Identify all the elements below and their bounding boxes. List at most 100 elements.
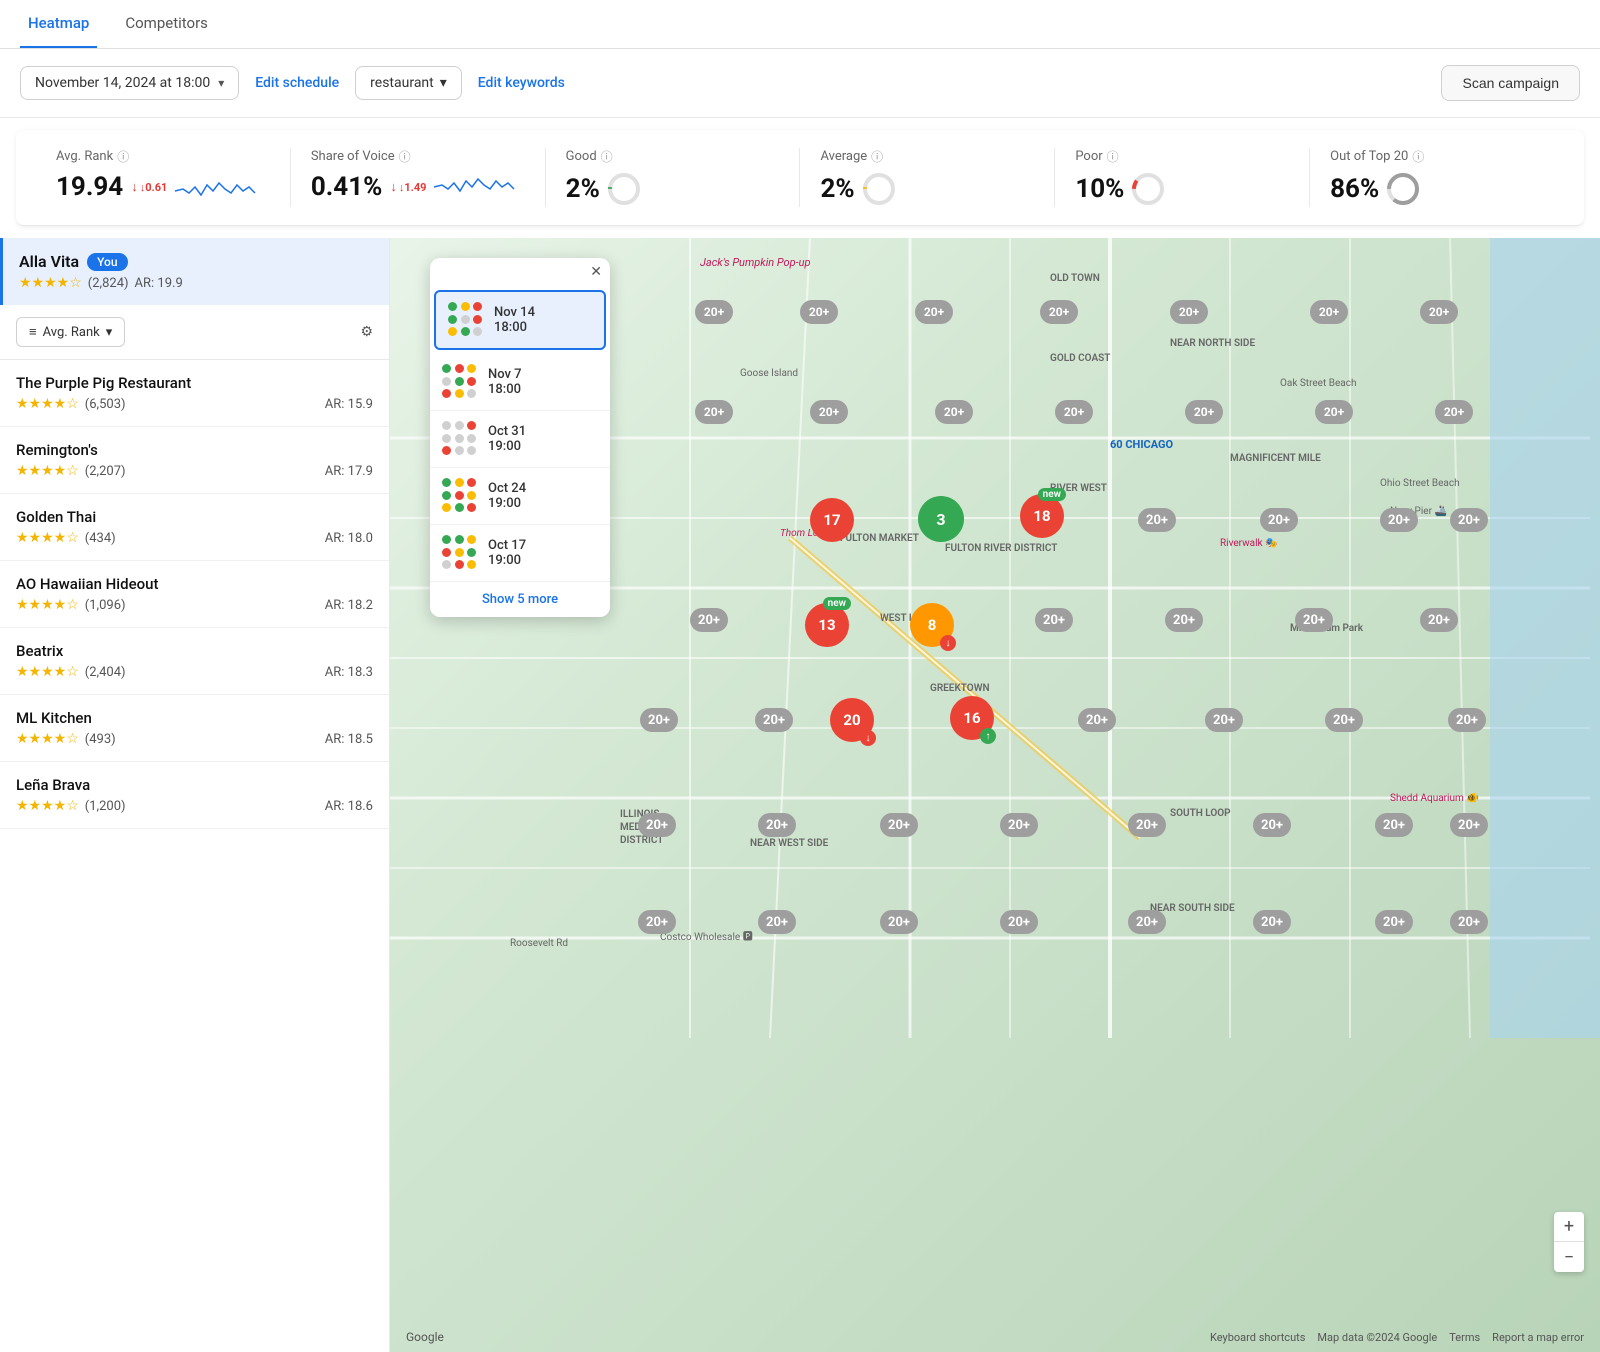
info-icon[interactable]: ⓘ	[871, 148, 883, 165]
map-pin[interactable]: 20+	[1450, 813, 1488, 837]
map-pin[interactable]: 20+	[1078, 708, 1116, 732]
list-item[interactable]: The Purple Pig Restaurant ★★★★☆ (6,503) …	[0, 360, 389, 427]
map-pin-20[interactable]: 20 ↓	[830, 698, 874, 742]
map-pin-8[interactable]: 8 ↓	[910, 603, 954, 647]
map-area[interactable]: Jack's Pumpkin Pop-up OLD TOWN GOLD COAS…	[390, 238, 1600, 1352]
edit-schedule-link[interactable]: Edit schedule	[255, 75, 339, 91]
competitor-reviews: (2,207)	[85, 464, 126, 479]
list-item[interactable]: Golden Thai ★★★★☆ (434) AR: 18.0	[0, 494, 389, 561]
info-icon[interactable]: ⓘ	[399, 148, 411, 165]
info-icon[interactable]: ⓘ	[1412, 148, 1424, 165]
list-item[interactable]: ML Kitchen ★★★★☆ (493) AR: 18.5	[0, 695, 389, 762]
arrow-down-badge: ↓	[940, 635, 956, 651]
map-pin[interactable]: 20+	[1420, 300, 1458, 324]
date-selector[interactable]: November 14, 2024 at 18:00 ▾	[20, 66, 239, 100]
map-pin[interactable]: 20+	[935, 400, 973, 424]
map-pin[interactable]: 20+	[1375, 910, 1413, 934]
map-label-jacks: Jack's Pumpkin Pop-up	[700, 256, 810, 269]
map-pin[interactable]: 20+	[1315, 400, 1353, 424]
map-pin[interactable]: 20+	[758, 910, 796, 934]
map-pin[interactable]: 20+	[1450, 508, 1488, 532]
list-item[interactable]: Leña Brava ★★★★☆ (1,200) AR: 18.6	[0, 762, 389, 829]
show-more-button[interactable]: Show 5 more	[430, 582, 610, 617]
map-label-goose: Goose Island	[740, 368, 798, 379]
list-item[interactable]: AO Hawaiian Hideout ★★★★☆ (1,096) AR: 18…	[0, 561, 389, 628]
map-pin[interactable]: 20+	[1253, 910, 1291, 934]
map-pin[interactable]: 20+	[640, 708, 678, 732]
terms-link[interactable]: Terms	[1449, 1331, 1480, 1344]
map-pin[interactable]: 20+	[1000, 910, 1038, 934]
your-place-item[interactable]: Alla Vita You ★★★★☆ (2,824) AR: 19.9	[0, 238, 389, 305]
timeline-item-4[interactable]: Oct 24 19:00	[430, 468, 610, 525]
map-pin[interactable]: 20+	[1295, 608, 1333, 632]
map-pin[interactable]: 20+	[1138, 508, 1176, 532]
keyboard-shortcuts[interactable]: Keyboard shortcuts	[1210, 1331, 1305, 1344]
arrow-down-icon: ↓	[131, 179, 138, 195]
timeline-item-2[interactable]: Nov 7 18:00	[430, 354, 610, 411]
map-pin[interactable]: 20+	[1310, 300, 1348, 324]
map-pin[interactable]: 20+	[1380, 508, 1418, 532]
map-pin[interactable]: 20+	[1420, 608, 1458, 632]
map-pin[interactable]: 20+	[880, 910, 918, 934]
competitor-ar: AR: 18.5	[325, 732, 373, 747]
map-pin-13[interactable]: 13 new	[805, 603, 849, 647]
map-pin[interactable]: 20+	[1448, 708, 1486, 732]
info-icon[interactable]: ⓘ	[117, 148, 129, 165]
map-pin[interactable]: 20+	[1000, 813, 1038, 837]
keyword-selector[interactable]: restaurant ▾	[355, 66, 462, 100]
map-pin[interactable]: 20+	[1375, 813, 1413, 837]
map-pin[interactable]: 20+	[695, 400, 733, 424]
map-pin[interactable]: 20+	[1205, 708, 1243, 732]
gear-icon[interactable]: ⚙	[360, 324, 373, 340]
timeline-item-5[interactable]: Oct 17 19:00	[430, 525, 610, 582]
map-pin-3[interactable]: 3	[918, 496, 964, 542]
map-pin[interactable]: 20+	[1435, 400, 1473, 424]
map-pin[interactable]: 20+	[800, 300, 838, 324]
map-pin[interactable]: 20+	[1040, 300, 1078, 324]
close-button[interactable]: ✕	[590, 264, 602, 280]
scan-campaign-button[interactable]: Scan campaign	[1441, 65, 1580, 101]
competitor-stars: ★★★★☆	[16, 530, 79, 546]
list-item[interactable]: Remington's ★★★★☆ (2,207) AR: 17.9	[0, 427, 389, 494]
map-pin[interactable]: 20+	[915, 300, 953, 324]
stat-avg-rank-value: 19.94	[56, 172, 123, 202]
zoom-out-button[interactable]: −	[1554, 1242, 1584, 1272]
competitor-reviews: (1,096)	[85, 598, 126, 613]
tab-competitors[interactable]: Competitors	[117, 0, 216, 48]
map-pin[interactable]: 20+	[695, 300, 733, 324]
zoom-in-button[interactable]: +	[1554, 1212, 1584, 1242]
info-icon[interactable]: ⓘ	[1107, 148, 1119, 165]
map-pin[interactable]: 20+	[1260, 508, 1298, 532]
map-pin[interactable]: 20+	[1128, 910, 1166, 934]
map-pin-20-container: 20 ↓	[830, 698, 874, 742]
map-pin[interactable]: 20+	[1165, 608, 1203, 632]
rank-filter-label: Avg. Rank	[43, 325, 100, 340]
timeline-item-3[interactable]: Oct 31 19:00	[430, 411, 610, 468]
map-pin[interactable]: 20+	[1253, 813, 1291, 837]
map-pin[interactable]: 20+	[1170, 300, 1208, 324]
map-pin[interactable]: 20+	[1185, 400, 1223, 424]
map-pin[interactable]: 20+	[1325, 708, 1363, 732]
rank-selector-dropdown[interactable]: ≡ Avg. Rank ▾	[16, 317, 125, 347]
map-pin[interactable]: 20+	[638, 813, 676, 837]
map-pin[interactable]: 20+	[1035, 608, 1073, 632]
stat-outtop20-label: Out of Top 20	[1330, 149, 1408, 164]
map-pin[interactable]: 20+	[755, 708, 793, 732]
map-pin[interactable]: 20+	[880, 813, 918, 837]
map-pin[interactable]: 20+	[758, 813, 796, 837]
map-pin[interactable]: 20+	[1450, 910, 1488, 934]
map-pin[interactable]: 20+	[810, 400, 848, 424]
list-item[interactable]: Beatrix ★★★★☆ (2,404) AR: 18.3	[0, 628, 389, 695]
tab-heatmap[interactable]: Heatmap	[20, 0, 97, 48]
map-pin-16[interactable]: 16 ↑	[950, 696, 994, 740]
map-pin[interactable]: 20+	[1055, 400, 1093, 424]
info-icon[interactable]: ⓘ	[601, 148, 613, 165]
report-link[interactable]: Report a map error	[1492, 1331, 1584, 1344]
map-pin-18[interactable]: 18 new	[1020, 494, 1064, 538]
map-pin-17[interactable]: 17	[810, 498, 854, 542]
map-pin[interactable]: 20+	[638, 910, 676, 934]
map-pin[interactable]: 20+	[690, 608, 728, 632]
edit-keywords-link[interactable]: Edit keywords	[478, 75, 565, 91]
timeline-item-1[interactable]: Nov 14 18:00	[434, 290, 606, 350]
map-pin[interactable]: 20+	[1128, 813, 1166, 837]
